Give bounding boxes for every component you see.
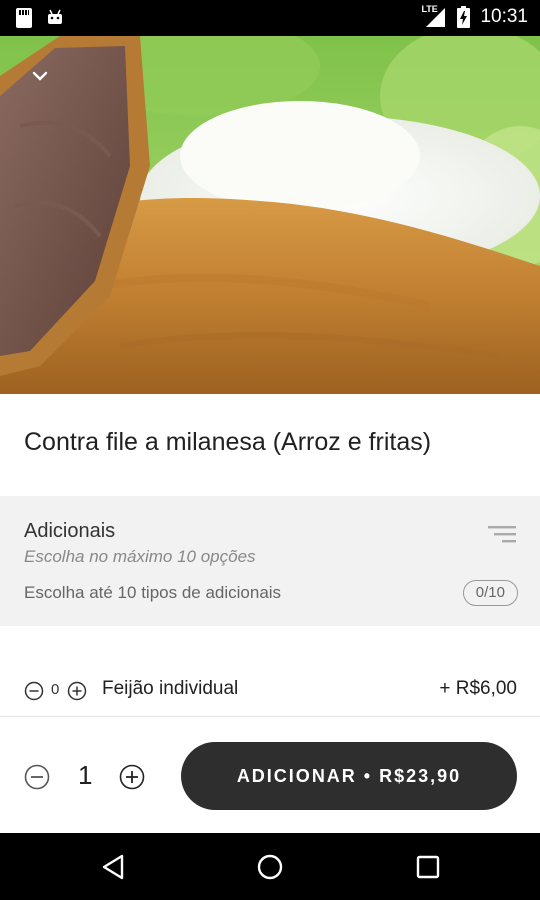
addons-section-header: Adicionais Escolha no máximo 10 opções E… (0, 496, 540, 626)
recent-apps-icon[interactable] (414, 853, 442, 881)
addons-counter-badge: 0/10 (462, 580, 518, 606)
product-image (0, 36, 540, 394)
signal-icon: LTE (421, 4, 447, 28)
order-bar: 1 ADICIONAR • R$23,90 (0, 717, 540, 833)
android-icon (48, 9, 62, 24)
addons-subtitle: Escolha no máximo 10 opções (24, 547, 256, 566)
chevron-down-icon (32, 71, 48, 81)
add-to-cart-button[interactable]: ADICIONAR • R$23,90 (181, 742, 517, 810)
filter-lines-icon (488, 526, 516, 543)
option-price: + R$6,00 (439, 678, 517, 699)
status-bar: LTE 10:31 (0, 0, 540, 36)
battery-charging-icon (457, 6, 471, 28)
sd-card-icon (16, 8, 32, 28)
navigation-bar (0, 833, 540, 900)
back-icon[interactable] (100, 853, 128, 881)
collapse-button[interactable] (22, 58, 58, 94)
list-item: 0 Feijão individual + R$6,00 (0, 664, 540, 716)
option-name: Feijão individual (102, 678, 239, 699)
product-title: Contra file a milanesa (Arroz e fritas) (24, 428, 432, 456)
home-icon[interactable] (256, 853, 284, 881)
increase-quantity-button[interactable] (119, 764, 145, 790)
decrease-quantity-button[interactable] (24, 764, 50, 790)
product-title-section: Contra file a milanesa (Arroz e fritas) (0, 394, 540, 496)
addons-description: Escolha até 10 tipos de adicionais (24, 583, 282, 602)
increase-option-button[interactable] (67, 681, 87, 701)
decrease-option-button[interactable] (24, 681, 44, 701)
addons-title: Adicionais (24, 520, 116, 542)
option-count: 0 (51, 681, 60, 698)
status-time: 10:31 (480, 6, 528, 27)
quantity-value: 1 (78, 760, 93, 790)
